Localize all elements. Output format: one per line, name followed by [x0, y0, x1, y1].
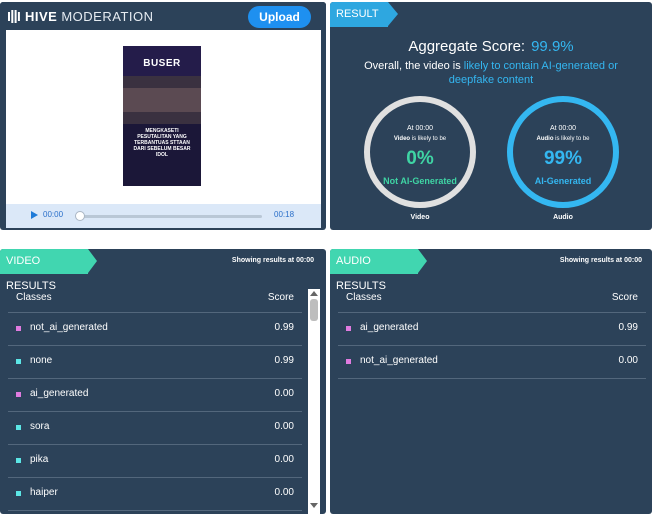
classes-header: Classes [16, 292, 52, 303]
video-player[interactable]: BUSER MENGKASETI PESUTALITAN YANG TERBAN… [6, 30, 321, 204]
audio-gauge-time: At 00:00 [549, 125, 577, 132]
total-time: 00:18 [274, 210, 295, 219]
class-name: pika [30, 454, 49, 465]
video-gauge-percent: 0% [406, 148, 434, 169]
video-results-panel: VIDEO RESULTS Showing results at 00:00 C… [0, 249, 326, 514]
video-gauge-time: At 00:00 [406, 125, 434, 132]
brand-subtitle: MODERATION [61, 9, 154, 24]
player-controls: 00:00 00:18 [6, 204, 321, 228]
upload-button[interactable]: Upload [248, 6, 311, 28]
upload-panel: HIVE MODERATION Upload BUSER MENGKASETI … [0, 2, 326, 230]
thumbnail-caption: MENGKASETI PESUTALITAN YANG TERBANTUAS S… [133, 128, 191, 158]
class-color-swatch [16, 359, 21, 364]
hive-logo: HIVE MODERATION [8, 9, 154, 24]
table-row: not_ai_generated 0.00 [338, 346, 646, 379]
audio-results-panel: AUDIO RESULTS Showing results at 00:00 C… [330, 249, 652, 514]
video-showing-results: Showing results at 00:00 [231, 257, 314, 264]
overall-summary: Overall, the video is likely to contain … [340, 59, 642, 87]
audio-showing-results: Showing results at 00:00 [559, 257, 642, 264]
score-header: Score [611, 292, 638, 303]
class-score: 0.99 [274, 355, 294, 366]
video-results-tab: VIDEO RESULTS [0, 249, 97, 292]
video-results-table: Classes Score not_ai_generated 0.99 none 0.… [8, 285, 302, 511]
class-color-swatch [346, 359, 351, 364]
overall-prefix: Overall, the video is [364, 60, 461, 72]
seek-bar[interactable] [78, 215, 262, 218]
class-score: 0.00 [618, 355, 638, 366]
thumbnail-title: BUSER [143, 58, 181, 69]
class-name: ai_generated [360, 322, 419, 333]
table-row: not_ai_generated 0.99 [8, 313, 302, 346]
scroll-down-arrow-icon[interactable] [310, 503, 318, 508]
result-panel: RESULT Aggregate Score: 99.9% Overall, th… [330, 2, 652, 230]
class-name: haiper [30, 487, 58, 498]
table-row: haiper 0.00 [8, 478, 302, 511]
current-time: 00:00 [43, 210, 64, 219]
table-row: ai_generated 0.00 [8, 379, 302, 412]
audio-gauge-percent: 99% [543, 148, 583, 169]
table-header: Classes Score [8, 285, 302, 313]
table-header: Classes Score [338, 285, 646, 313]
aggregate-label: Aggregate Score: [408, 38, 526, 55]
audio-gauge: At 00:00 Audio is likely to be 99% AI-Ge… [507, 96, 619, 208]
overall-highlight: likely to contain AI-generated or deepfa… [448, 60, 618, 86]
table-row: pika 0.00 [8, 445, 302, 478]
brand-name: HIVE [25, 9, 58, 24]
score-header: Score [267, 292, 294, 303]
class-score: 0.99 [274, 322, 294, 333]
video-gauge-caption: Video [410, 214, 430, 221]
video-gauge: At 00:00 Video is likely to be 0% Not AI… [364, 96, 476, 208]
class-name: none [30, 355, 53, 366]
scroll-thumb[interactable] [310, 299, 318, 321]
class-score: 0.00 [274, 454, 294, 465]
table-row: none 0.99 [8, 346, 302, 379]
seek-handle[interactable] [75, 211, 85, 221]
class-name: sora [30, 421, 50, 432]
audio-results-tab: AUDIO RESULTS [330, 249, 427, 292]
aggregate-value: 99.9% [531, 38, 574, 55]
class-color-swatch [16, 392, 21, 397]
video-gauge-label: Not AI-Generated [383, 176, 457, 186]
audio-gauge-caption: Audio [553, 214, 573, 221]
class-score: 0.00 [274, 388, 294, 399]
class-score: 0.00 [274, 487, 294, 498]
hive-logo-icon [8, 10, 20, 23]
aggregate-score: Aggregate Score: 99.9% [330, 38, 652, 55]
class-name: not_ai_generated [360, 355, 438, 366]
video-gauge-likely: Video is likely to be [393, 136, 447, 142]
class-color-swatch [16, 425, 21, 430]
audio-results-table: Classes Score ai_generated 0.99 not_ai_gen… [338, 285, 646, 379]
table-row: sora 0.00 [8, 412, 302, 445]
play-icon[interactable] [31, 211, 38, 219]
class-color-swatch [346, 326, 351, 331]
classes-header: Classes [346, 292, 382, 303]
class-name: ai_generated [30, 388, 89, 399]
table-row: ai_generated 0.99 [338, 313, 646, 346]
audio-gauge-label: AI-Generated [534, 176, 592, 186]
audio-gauge-likely: Audio is likely to be [536, 136, 590, 142]
video-results-scrollbar[interactable] [308, 289, 320, 514]
class-color-swatch [16, 458, 21, 463]
class-score: 0.99 [618, 322, 638, 333]
video-thumbnail[interactable]: BUSER MENGKASETI PESUTALITAN YANG TERBAN… [123, 46, 201, 186]
result-tab: RESULT [330, 2, 398, 27]
class-color-swatch [16, 326, 21, 331]
app-header: HIVE MODERATION Upload [0, 2, 326, 30]
class-score: 0.00 [274, 421, 294, 432]
scroll-up-arrow-icon[interactable] [310, 291, 318, 296]
class-name: not_ai_generated [30, 322, 108, 333]
class-color-swatch [16, 491, 21, 496]
